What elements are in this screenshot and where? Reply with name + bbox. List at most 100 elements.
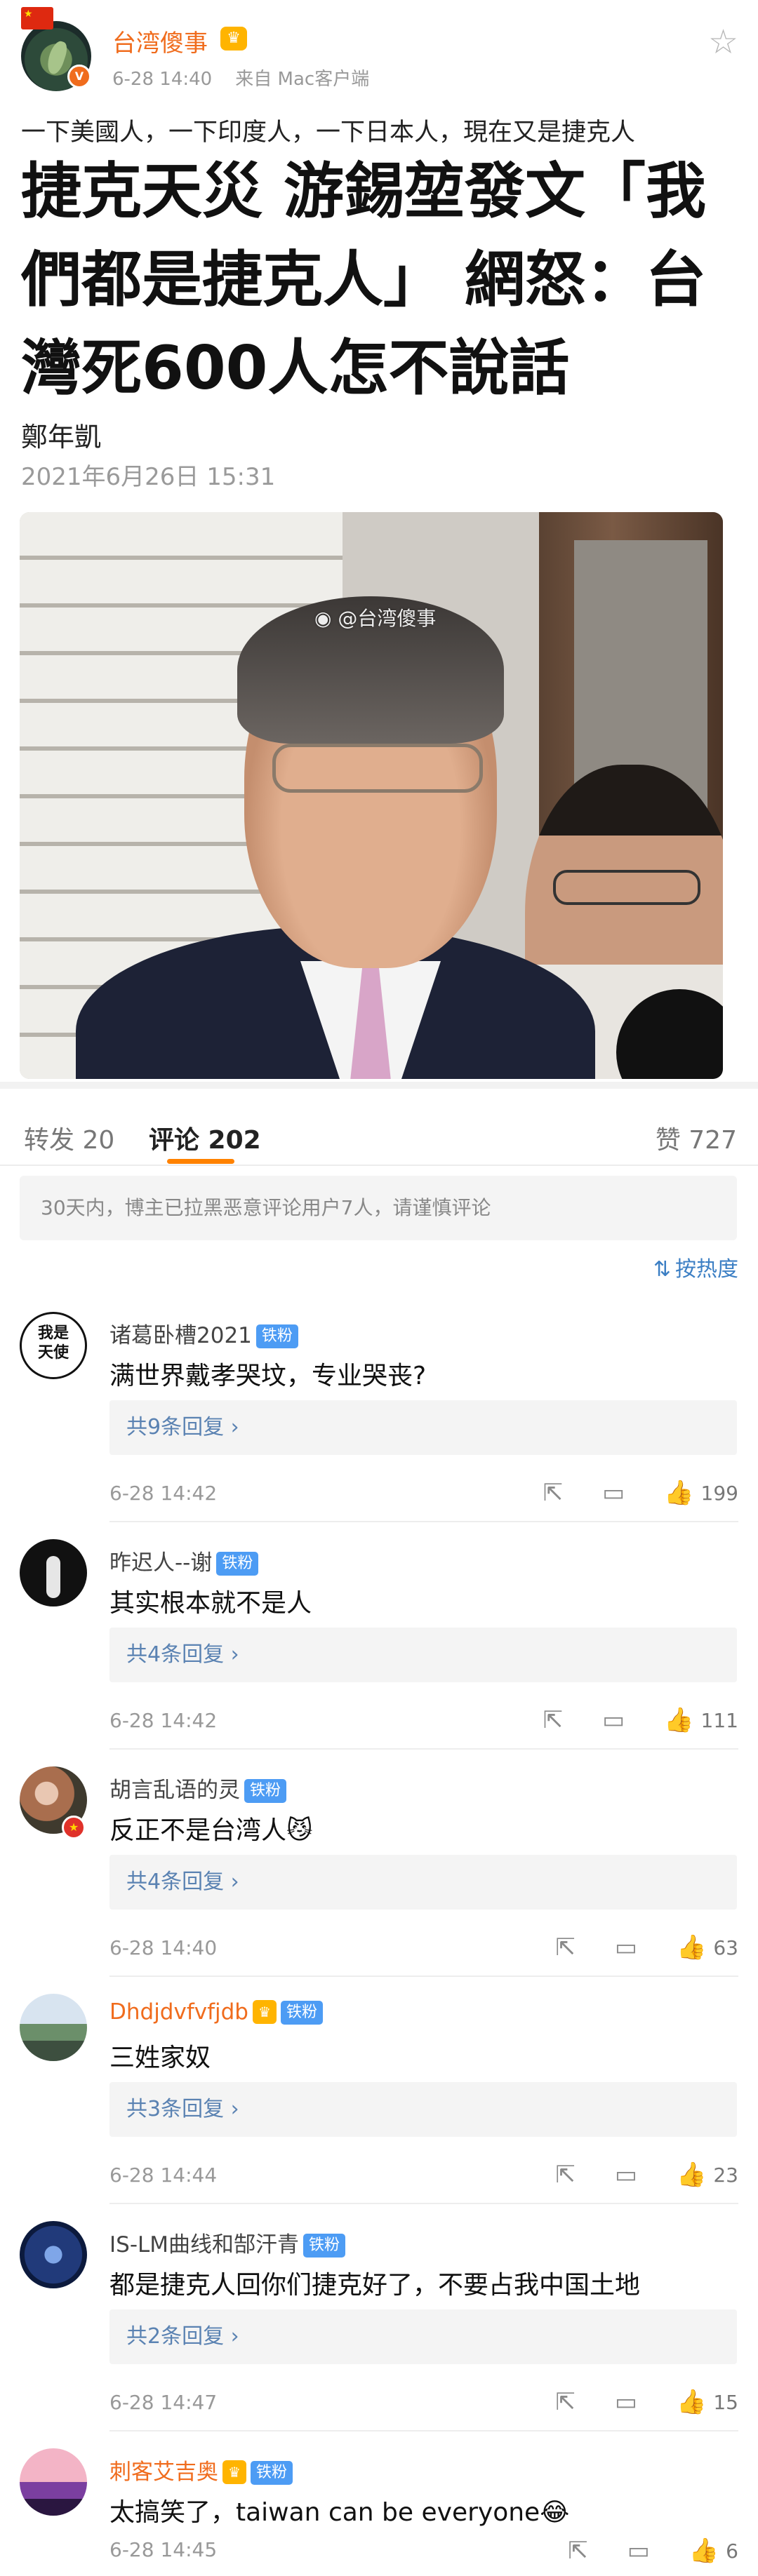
poster-name[interactable]: 台湾傻事 [112,24,208,58]
share-icon[interactable]: ⇱ [555,2388,576,2416]
comment-item: 刺客艾吉奥 ♛ 铁粉 太搞笑了，taiwan can be everyone😂 6-… [0,2433,758,2576]
thumbs-up-icon[interactable]: 👍 [677,1933,706,1961]
active-tab-indicator [167,1159,234,1164]
article-headline: 捷克天災 游錫堃發文「我們都是捷克人」 網怒：台灣死600人怎不說話 [21,156,706,403]
article-kicker: 一下美國人，一下印度人，一下日本人，現在又是捷克人 [21,119,636,147]
view-replies-link[interactable]: 共4条回复 › [109,1855,737,1910]
commenter-name[interactable]: 昨迟人--谢 铁粉 [109,1545,259,1576]
sort-icon: ⇅ [653,1257,671,1282]
thumbs-up-icon[interactable]: 👍 [689,2537,719,2565]
comment-actions: ⇱ ▭ 👍 199 [504,1477,738,1508]
weibo-logo-icon: ◉ [314,607,332,630]
fan-badge: 铁粉 [303,2234,346,2258]
commenter-avatar[interactable] [20,1539,87,1606]
share-icon[interactable]: ⇱ [555,1933,576,1961]
comment-item: 我是 天使 诸葛卧槽2021 铁粉 满世界戴孝哭坟，专业哭丧? 共9条回复 › 6… [0,1296,758,1522]
tab-likes[interactable]: 赞 727 [656,1120,737,1156]
divider [0,1165,758,1166]
comment-actions: ⇱ ▭ 👍 63 [516,1932,738,1963]
vip-crown-icon: ♛ [220,27,247,51]
comment-notice: 30天内，博主已拉黑恶意评论用户7人，请谨慎评论 [20,1176,737,1240]
thumbs-up-icon[interactable]: 👍 [664,1479,693,1507]
comment-time: 6-28 14:42 [109,1482,218,1505]
comment-actions: ⇱ ▭ 👍 23 [516,2159,738,2190]
like-count: 15 [713,2390,738,2414]
thumbs-up-icon[interactable]: 👍 [677,2161,706,2189]
post-source: 来自 Mac客户端 [235,69,370,90]
share-icon[interactable]: ⇱ [543,1706,564,1734]
avatar-text: 我是 天使 [37,1324,69,1362]
fan-badge: 铁粉 [251,2461,293,2485]
view-replies-link[interactable]: 共9条回复 › [109,1400,737,1455]
fan-badge: 铁粉 [280,2001,323,2025]
commenter-avatar[interactable]: 我是 天使 [20,1312,87,1379]
comment-divider [109,2203,738,2204]
comment-text: 其实根本就不是人 [109,1589,312,1618]
article-author: 鄭年凱 [21,422,102,452]
star-badge-icon: ★ [62,1816,86,1839]
view-replies-link[interactable]: 共4条回复 › [109,1628,737,1682]
share-icon[interactable]: ⇱ [555,2161,576,2189]
tab-bar: 转发 20 评论 202 赞 727 [0,1082,758,1165]
comment-text: 满世界戴孝哭坟，专业哭丧? [109,1362,427,1390]
tab-repost[interactable]: 转发 20 [24,1120,114,1156]
comment-time: 6-28 14:40 [109,1936,218,1959]
commenter-name[interactable]: Dhdjdvfvfjdb ♛ 铁粉 [109,1999,323,2025]
fan-badge: 铁粉 [255,1324,298,1348]
share-icon[interactable]: ⇱ [543,1479,564,1507]
comment-icon[interactable]: ▭ [602,1706,625,1734]
comment-divider [109,1748,738,1750]
fan-badge: 铁粉 [244,1779,287,1803]
comment-divider [109,1521,738,1522]
like-count: 111 [700,1708,738,1732]
sort-toggle[interactable]: ⇅ 按热度 [653,1252,738,1282]
tab-comments[interactable]: 评论 202 [149,1120,261,1156]
comment-actions: ⇱ ▭ 👍 15 [516,2387,738,2417]
commenter-avatar[interactable] [20,1994,87,2061]
photo-watermark: ◉ @台湾傻事 [314,607,437,630]
comment-divider [109,1975,738,1977]
commenter-name[interactable]: 刺客艾吉奥 ♛ 铁粉 [109,2454,293,2486]
comment-icon[interactable]: ▭ [627,2537,650,2565]
star-icon[interactable]: ☆ [708,25,738,59]
verified-icon: V [67,65,91,88]
comment-text: 反正不是台湾人😼 [109,1816,313,1845]
vip-crown-icon: ♛ [252,2000,277,2024]
thumbs-up-icon[interactable]: 👍 [677,2388,706,2416]
comment-divider [109,2430,738,2431]
commenter-name[interactable]: 胡言乱语的灵 铁粉 [109,1772,287,1804]
comment-icon[interactable]: ▭ [615,1933,637,1961]
post-header: ★ V 台湾傻事 ♛ 6-28 14:40 来自 Mac客户端 ☆ [0,0,758,98]
comment-text: 三姓家奴 [109,2044,211,2072]
commenter-name[interactable]: IS-LM曲线和郜汗青 铁粉 [109,2227,346,2258]
article-photo[interactable]: ◉ @台湾傻事 [20,512,723,1079]
like-count: 199 [700,1481,738,1505]
comment-icon[interactable]: ▭ [615,2388,637,2416]
comment-icon[interactable]: ▭ [602,1479,625,1507]
commenter-name[interactable]: 诸葛卧槽2021 铁粉 [109,1317,298,1349]
share-icon[interactable]: ⇱ [568,2537,588,2565]
view-replies-link[interactable]: 共2条回复 › [109,2309,737,2364]
comment-icon[interactable]: ▭ [615,2161,637,2189]
comment-text: 太搞笑了，taiwan can be everyone😂 [109,2498,570,2527]
comment-actions: ⇱ ▭ 👍 111 [504,1705,738,1736]
like-count: 63 [713,1936,738,1959]
comment-item: 昨迟人--谢 铁粉 其实根本就不是人 共4条回复 › 6-28 14:42 ⇱ ▭… [0,1524,758,1750]
comment-text: 都是捷克人回你们捷克好了，不要占我中国土地 [109,2271,641,2300]
comment-item: ★ 胡言乱语的灵 铁粉 反正不是台湾人😼 共4条回复 › 6-28 14:40 ⇱… [0,1751,758,1977]
comment-time: 6-28 14:42 [109,1709,218,1732]
thumbs-up-icon[interactable]: 👍 [664,1706,693,1734]
fan-badge: 铁粉 [216,1552,259,1576]
china-flag-icon: ★ [21,7,53,29]
post-meta: 6-28 14:40 来自 Mac客户端 [112,65,369,90]
comment-time: 6-28 14:47 [109,2391,218,2414]
comment-time: 6-28 14:45 [109,2538,218,2561]
comment-item: Dhdjdvfvfjdb ♛ 铁粉 三姓家奴 共3条回复 › 6-28 14:44 … [0,1978,758,2204]
view-replies-link[interactable]: 共3条回复 › [109,2082,737,2137]
like-count: 23 [713,2163,738,2187]
commenter-avatar[interactable] [20,2221,87,2288]
vip-crown-icon: ♛ [222,2460,246,2484]
commenter-avatar[interactable] [20,2448,87,2516]
comment-item: IS-LM曲线和郜汗青 铁粉 都是捷克人回你们捷克好了，不要占我中国土地 共2条回… [0,2206,758,2431]
like-count: 6 [726,2539,738,2563]
